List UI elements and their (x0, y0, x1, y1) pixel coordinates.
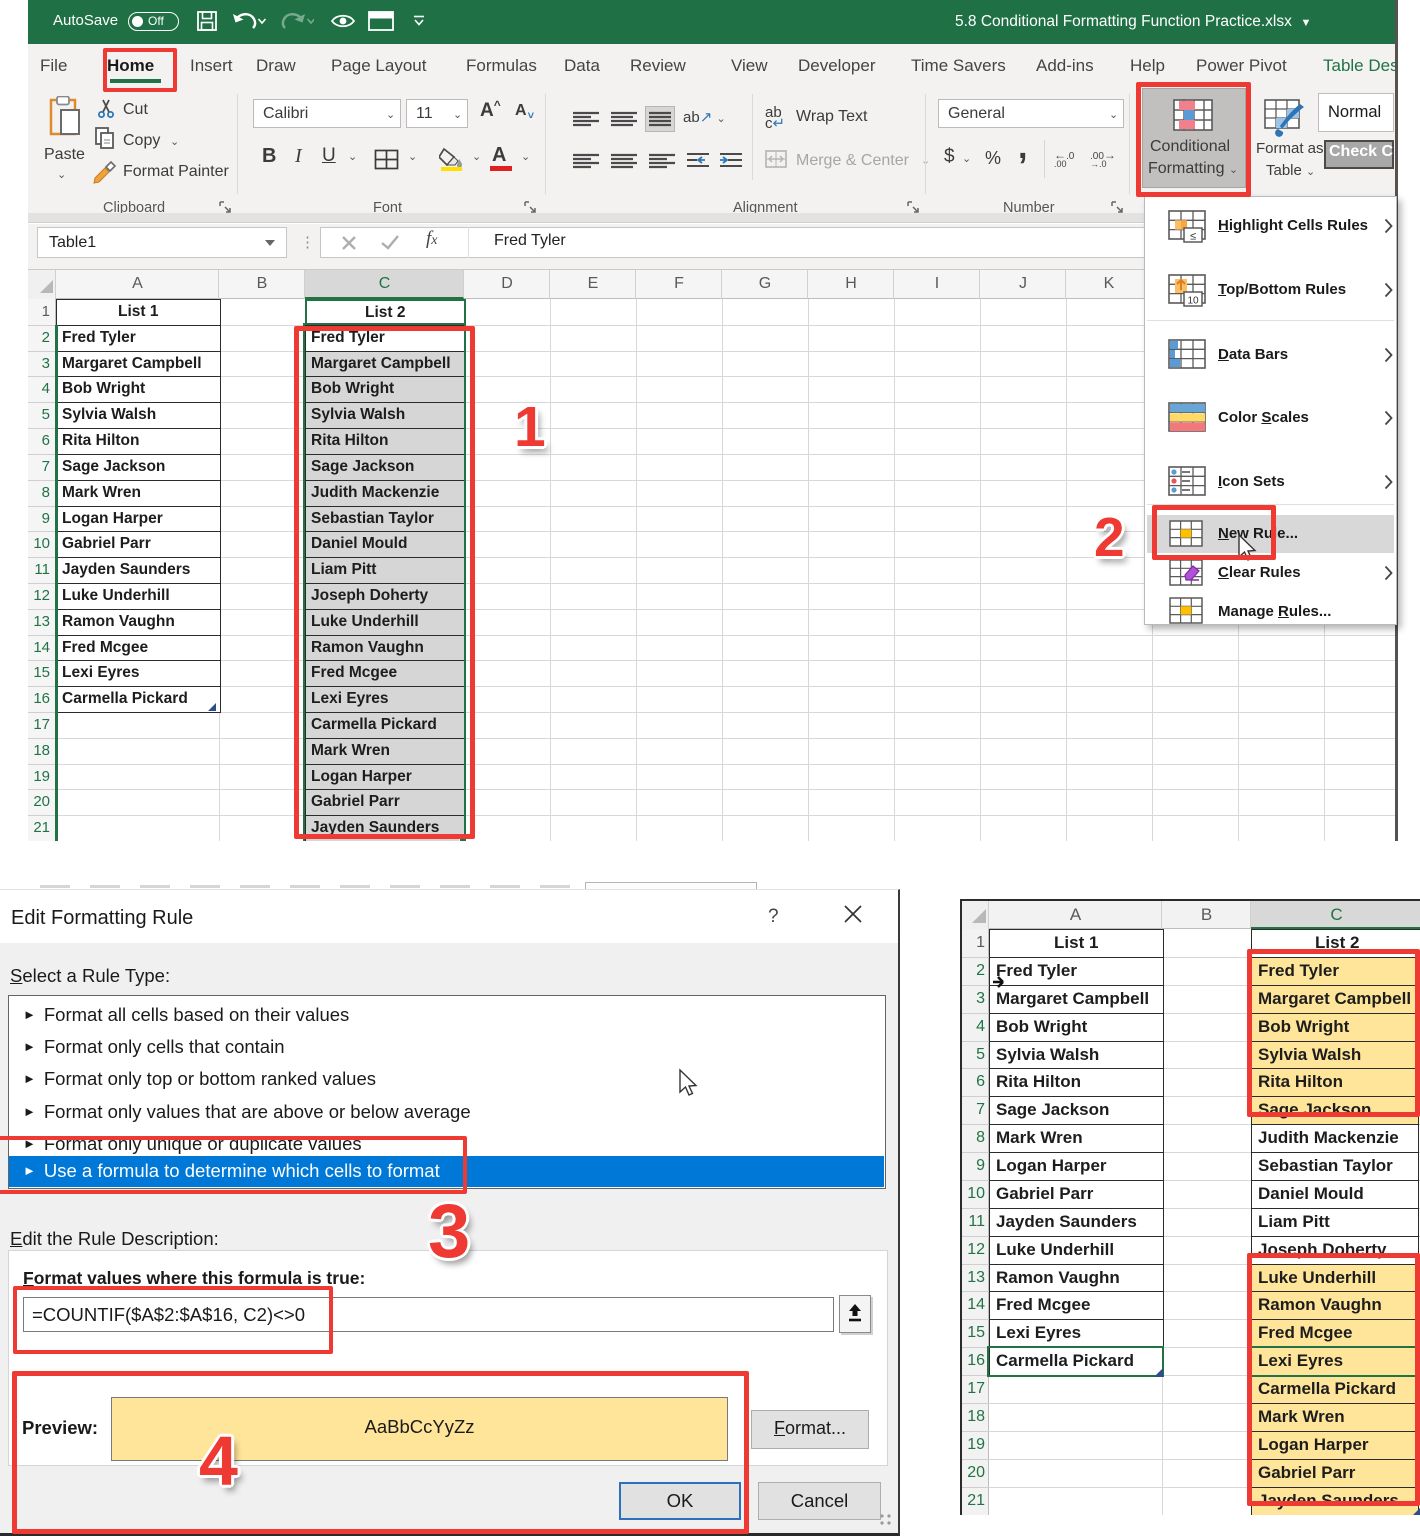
svg-text:10: 10 (1187, 296, 1199, 307)
svg-text:≤: ≤ (1190, 231, 1196, 243)
